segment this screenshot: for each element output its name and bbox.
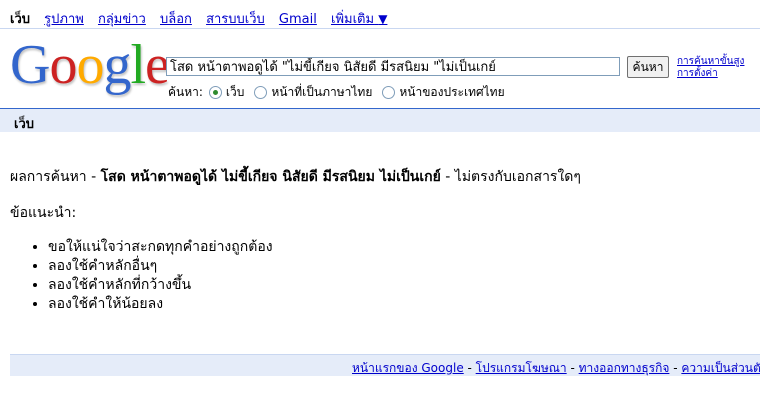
footer-separator: - — [463, 361, 476, 375]
radio-scope-web-label: เว็บ — [225, 85, 245, 99]
logo-letter-g: g — [103, 34, 131, 96]
top-nav-divider — [0, 28, 760, 29]
nav-link-blogs[interactable]: บล็อก — [160, 12, 192, 27]
footer-separator: - — [566, 361, 579, 375]
no-results-message: ผลการค้นหา - โสด หน้าตาพอดูได้ ไม่ขี้เกี… — [10, 166, 581, 188]
top-nav: เว็บ รูปภาพ กลุ่มข่าว บล็อก สารบบเว็บ Gm… — [10, 8, 397, 29]
suggestions-list: ขอให้แน่ใจว่าสะกดทุกคำอย่างถูกต้อง ลองใช… — [10, 238, 273, 314]
radio-scope-thailand-pages-label: หน้าของประเทศไทย — [399, 85, 505, 99]
no-results-query: โสด หน้าตาพอดูได้ ไม่ขี้เกียจ นิสัยดี มี… — [100, 169, 441, 185]
nav-link-more[interactable]: เพิ่มเติม ▼ — [331, 12, 387, 27]
footer-link-advertising[interactable]: โปรแกรมโฆษณา — [476, 361, 567, 375]
logo-letter-o2: o — [76, 34, 104, 96]
google-logo[interactable]: Google™ — [10, 34, 177, 96]
radio-scope-thai-language[interactable] — [254, 86, 268, 99]
search-input[interactable] — [166, 57, 620, 76]
footer-separator: - — [669, 361, 682, 375]
radio-scope-thai-language-label: หน้าที่เป็นภาษาไทย — [271, 85, 373, 99]
nav-link-images[interactable]: รูปภาพ — [44, 12, 84, 27]
footer-link-google-home[interactable]: หน้าแรกของ Google — [352, 361, 464, 375]
nav-link-directory[interactable]: สารบบเว็บ — [206, 12, 265, 27]
search-button[interactable]: ค้นหา — [627, 56, 669, 78]
nav-current-web: เว็บ — [10, 12, 30, 27]
nav-link-groups[interactable]: กลุ่มข่าว — [98, 12, 146, 27]
nav-more-label: เพิ่มเติม — [331, 12, 375, 27]
results-bar: เว็บ — [0, 108, 760, 132]
logo-letter-o1: o — [49, 34, 77, 96]
footer-bar: หน้าแรกของ Google - โปรแกรมโฆษณา - ทางออ… — [10, 354, 760, 376]
chevron-down-icon: ▼ — [378, 12, 388, 26]
no-results-suffix: - ไม่ตรงกับเอกสารใดๆ — [440, 169, 581, 185]
search-scope-label: ค้นหา: — [168, 85, 203, 99]
radio-scope-web[interactable] — [208, 86, 222, 99]
advanced-search-link[interactable]: การค้นหาขั้นสูง — [677, 56, 744, 68]
suggestion-item: ลองใช้คำให้น้อยลง — [48, 295, 273, 314]
nav-link-gmail[interactable]: Gmail — [279, 12, 317, 27]
search-options-links: การค้นหาขั้นสูง การตั้งค่า — [677, 56, 744, 80]
suggestion-item: ขอให้แน่ใจว่าสะกดทุกคำอย่างถูกต้อง — [48, 238, 273, 257]
footer-links: หน้าแรกของ Google - โปรแกรมโฆษณา - ทางออ… — [352, 359, 760, 376]
radio-scope-thailand-pages[interactable] — [382, 86, 396, 99]
logo-letter-l: l — [130, 34, 146, 96]
suggestion-item: ลองใช้คำหลักที่กว้างขึ้น — [48, 276, 273, 295]
footer-link-privacy[interactable]: ความเป็นส่วนตัว — [681, 361, 760, 375]
search-scope-row: ค้นหา: เว็บ หน้าที่เป็นภาษาไทย หน้าของปร… — [168, 83, 509, 102]
suggestion-item: ลองใช้คำหลักอื่นๆ — [48, 257, 273, 276]
preferences-link[interactable]: การตั้งค่า — [677, 68, 744, 80]
suggestions-title: ข้อแนะนำ: — [10, 205, 77, 221]
no-results-prefix: ผลการค้นหา - — [10, 169, 101, 185]
results-bar-title: เว็บ — [14, 117, 34, 132]
footer-link-business[interactable]: ทางออกทางธุรกิจ — [579, 361, 670, 375]
logo-letter-G: G — [10, 34, 50, 96]
